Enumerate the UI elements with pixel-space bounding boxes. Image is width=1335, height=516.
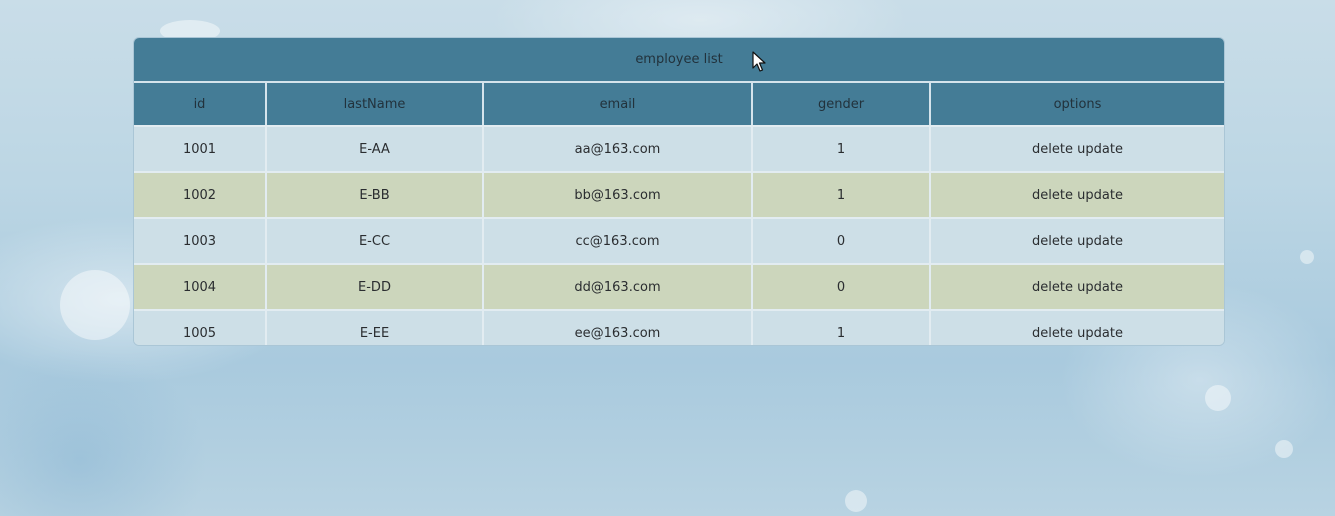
mouse-pointer-icon: [752, 51, 766, 72]
table-row: 1005 E-EE ee@163.com 1 delete update: [134, 309, 1224, 345]
cell-options: delete update: [931, 217, 1224, 263]
cell-lastname: E-EE: [267, 309, 484, 345]
cell-id: 1005: [134, 309, 267, 345]
update-link[interactable]: update: [1077, 280, 1123, 295]
background-bubble: [1275, 440, 1293, 458]
cell-id: 1004: [134, 263, 267, 309]
cell-id: 1003: [134, 217, 267, 263]
cell-email: bb@163.com: [484, 171, 753, 217]
delete-link[interactable]: delete: [1032, 234, 1073, 249]
delete-link[interactable]: delete: [1032, 188, 1073, 203]
cell-gender: 0: [753, 217, 931, 263]
update-link[interactable]: update: [1077, 188, 1123, 203]
column-header-lastname: lastName: [267, 83, 484, 125]
cell-options: delete update: [931, 125, 1224, 171]
employee-table: employee list id lastName email gender o…: [134, 38, 1224, 345]
cell-options: delete update: [931, 263, 1224, 309]
update-link[interactable]: update: [1077, 142, 1123, 157]
cell-lastname: E-DD: [267, 263, 484, 309]
background-bubble: [845, 490, 867, 512]
column-header-gender: gender: [753, 83, 931, 125]
table-caption: employee list: [134, 38, 1224, 83]
column-header-email: email: [484, 83, 753, 125]
column-header-options: options: [931, 83, 1224, 125]
employee-table-container: employee list id lastName email gender o…: [133, 37, 1225, 346]
table-row: 1002 E-BB bb@163.com 1 delete update: [134, 171, 1224, 217]
cell-gender: 1: [753, 309, 931, 345]
cell-email: ee@163.com: [484, 309, 753, 345]
background-bubble: [60, 270, 130, 340]
update-link[interactable]: update: [1077, 326, 1123, 341]
cell-id: 1002: [134, 171, 267, 217]
update-link[interactable]: update: [1077, 234, 1123, 249]
table-header-row: id lastName email gender options: [134, 83, 1224, 125]
table-caption-row: employee list: [134, 38, 1224, 83]
cell-lastname: E-BB: [267, 171, 484, 217]
cell-options: delete update: [931, 309, 1224, 345]
background-bubble: [1205, 385, 1231, 411]
delete-link[interactable]: delete: [1032, 326, 1073, 341]
table-row: 1001 E-AA aa@163.com 1 delete update: [134, 125, 1224, 171]
cell-options: delete update: [931, 171, 1224, 217]
cell-email: dd@163.com: [484, 263, 753, 309]
delete-link[interactable]: delete: [1032, 142, 1073, 157]
cell-email: aa@163.com: [484, 125, 753, 171]
background-bubble: [1300, 250, 1314, 264]
column-header-id: id: [134, 83, 267, 125]
cell-lastname: E-CC: [267, 217, 484, 263]
cell-gender: 1: [753, 171, 931, 217]
cell-lastname: E-AA: [267, 125, 484, 171]
table-row: 1003 E-CC cc@163.com 0 delete update: [134, 217, 1224, 263]
cell-id: 1001: [134, 125, 267, 171]
cell-gender: 0: [753, 263, 931, 309]
delete-link[interactable]: delete: [1032, 280, 1073, 295]
cell-gender: 1: [753, 125, 931, 171]
cell-email: cc@163.com: [484, 217, 753, 263]
table-row: 1004 E-DD dd@163.com 0 delete update: [134, 263, 1224, 309]
